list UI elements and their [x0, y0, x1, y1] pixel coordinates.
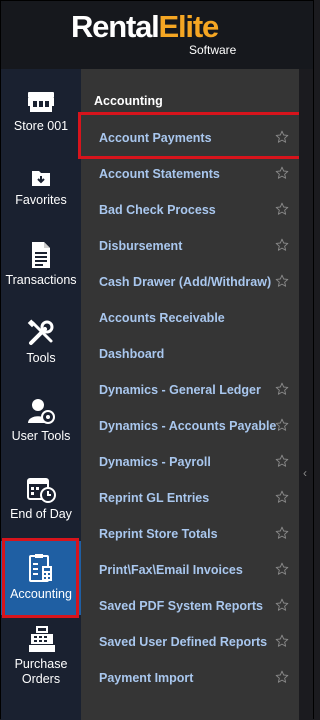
- brand-name-elite: Elite: [158, 9, 220, 44]
- rail-label-store: Store 001: [13, 119, 69, 133]
- submenu-item[interactable]: Saved PDF System Reports: [81, 589, 299, 623]
- brand-wordmark: RentalElite: [71, 9, 220, 45]
- main-nav-rail: Store 001 Favorites Transactions Tools U…: [1, 69, 81, 720]
- star-outline-icon[interactable]: [275, 382, 289, 396]
- star-outline-icon[interactable]: [275, 130, 289, 144]
- star-outline-icon[interactable]: [275, 598, 289, 612]
- submenu-item[interactable]: Dynamics - General Ledger: [81, 373, 299, 407]
- submenu-item-label: Saved PDF System Reports: [99, 599, 263, 613]
- submenu-item[interactable]: Bad Check Process: [81, 193, 299, 227]
- submenu-item[interactable]: Reprint Store Totals: [81, 517, 299, 551]
- submenu-item-label: Dynamics - Payroll: [99, 455, 211, 469]
- submenu-item[interactable]: Disbursement: [81, 229, 299, 263]
- star-outline-icon[interactable]: [275, 490, 289, 504]
- submenu-item[interactable]: Print\Fax\Email Invoices: [81, 553, 299, 587]
- star-outline-icon[interactable]: [275, 454, 289, 468]
- star-outline-icon[interactable]: [275, 670, 289, 684]
- brand-name-rental: Rental: [71, 9, 160, 44]
- rail-label-end-of-day: End of Day: [10, 507, 72, 521]
- panel-title: Accounting: [94, 94, 163, 108]
- submenu-item-label: Account Payments: [99, 131, 212, 145]
- submenu-item[interactable]: Dashboard: [81, 337, 299, 371]
- submenu-item[interactable]: Account Statements: [81, 157, 299, 191]
- rail-item-end-of-day[interactable]: End of Day: [1, 475, 81, 531]
- user-tools-icon: [28, 399, 55, 424]
- submenu-item-label: Cash Drawer (Add/Withdraw): [99, 275, 272, 289]
- submenu-item-label: Saved User Defined Reports: [99, 635, 268, 649]
- rail-item-purchase-orders[interactable]: Purchase Orders: [1, 625, 81, 691]
- rail-item-transactions[interactable]: Transactions: [1, 241, 81, 297]
- document-icon: [32, 242, 50, 268]
- header: RentalElite Software: [1, 1, 313, 69]
- submenu-item-label: Disbursement: [99, 239, 183, 253]
- rail-label-purchase-line2: Orders: [21, 672, 61, 686]
- star-outline-icon[interactable]: [275, 166, 289, 180]
- brand-logo: RentalElite Software: [71, 9, 271, 59]
- calendar-clock-icon: [27, 478, 56, 503]
- rail-item-store[interactable]: Store 001: [1, 89, 81, 149]
- rail-item-tools[interactable]: Tools: [1, 319, 81, 375]
- star-outline-icon[interactable]: [275, 202, 289, 216]
- submenu-item[interactable]: Accounts Receivable: [81, 301, 299, 335]
- submenu-item[interactable]: Saved User Defined Reports: [81, 625, 299, 659]
- submenu-item[interactable]: Reprint GL Entries: [81, 481, 299, 515]
- chevron-left-icon[interactable]: ‹: [303, 467, 307, 479]
- submenu-item-label: Print\Fax\Email Invoices: [99, 563, 243, 577]
- rail-label-accounting: Accounting: [10, 587, 72, 601]
- rail-label-transactions: Transactions: [5, 273, 77, 287]
- star-outline-icon[interactable]: [275, 238, 289, 252]
- submenu-item[interactable]: Dynamics - Payroll: [81, 445, 299, 479]
- submenu-item-label: Dynamics - Accounts Payable: [99, 419, 277, 433]
- submenu-item[interactable]: Dynamics - Accounts Payable: [81, 409, 299, 443]
- rail-label-favorites: Favorites: [15, 193, 67, 207]
- favorites-folder-icon: [32, 171, 50, 186]
- submenu-item-label: Reprint GL Entries: [99, 491, 210, 505]
- rail-label-user-tools: User Tools: [11, 429, 71, 443]
- submenu-item-label: Reprint Store Totals: [99, 527, 218, 541]
- brand-subtitle: Software: [189, 43, 237, 57]
- star-outline-icon[interactable]: [275, 634, 289, 648]
- star-outline-icon[interactable]: [275, 562, 289, 576]
- star-outline-icon[interactable]: [275, 418, 289, 432]
- collapse-strip[interactable]: [299, 69, 313, 720]
- submenu-item-label: Dashboard: [99, 347, 165, 361]
- submenu-item-label: Accounts Receivable: [99, 311, 225, 325]
- rail-label-tools: Tools: [26, 351, 56, 365]
- rail-label-purchase-line1: Purchase: [14, 657, 68, 671]
- submenu-item[interactable]: Account Payments: [81, 121, 299, 155]
- accounting-clipboard-icon: [29, 554, 52, 582]
- submenu-item-label: Payment Import: [99, 671, 194, 685]
- rail-item-favorites[interactable]: Favorites: [1, 167, 81, 217]
- submenu-item-label: Account Statements: [99, 167, 220, 181]
- store-icon: [28, 92, 54, 112]
- accounting-submenu-panel: Accounting Account Payments Account State…: [81, 69, 299, 720]
- star-outline-icon[interactable]: [275, 274, 289, 288]
- submenu-item[interactable]: Payment Import: [81, 661, 299, 695]
- rail-item-user-tools[interactable]: User Tools: [1, 397, 81, 453]
- submenu-item[interactable]: Cash Drawer (Add/Withdraw): [81, 265, 299, 299]
- star-outline-icon[interactable]: [275, 526, 289, 540]
- rail-item-accounting[interactable]: Accounting: [1, 541, 81, 615]
- cash-register-icon: [29, 626, 55, 652]
- app-frame: RentalElite Software Store 001 Favorites: [0, 0, 314, 720]
- tools-icon: [27, 319, 54, 345]
- submenu-item-label: Bad Check Process: [99, 203, 216, 217]
- submenu-item-label: Dynamics - General Ledger: [99, 383, 261, 397]
